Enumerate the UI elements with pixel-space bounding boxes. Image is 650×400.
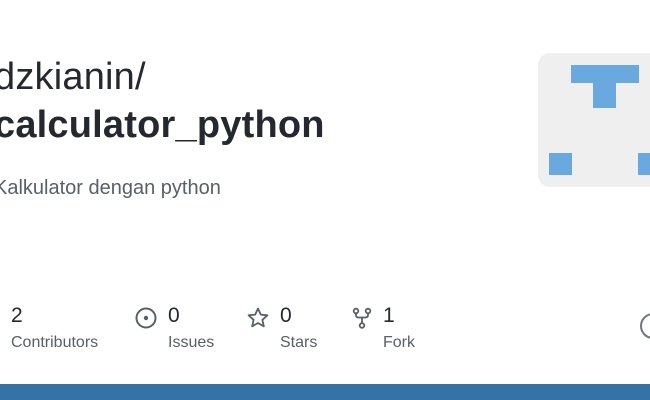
contributors-count: 2 bbox=[11, 304, 23, 327]
owner-avatar[interactable] bbox=[538, 53, 650, 187]
repo-owner[interactable]: dzkianin/ bbox=[0, 56, 146, 99]
issues-stat[interactable]: 0 Issues bbox=[134, 304, 234, 364]
github-logo-icon[interactable] bbox=[640, 313, 650, 339]
stars-label: Stars bbox=[280, 334, 318, 351]
star-icon bbox=[247, 307, 269, 328]
contributors-label: Contributors bbox=[11, 334, 99, 351]
repo-name[interactable]: calculator_python bbox=[0, 104, 325, 147]
identicon-pattern bbox=[549, 65, 650, 175]
forks-stat[interactable]: 1 Fork bbox=[350, 304, 440, 364]
repo-forked-icon bbox=[352, 307, 372, 329]
stars-stat[interactable]: 0 Stars bbox=[246, 304, 336, 364]
issues-count: 0 bbox=[168, 304, 180, 327]
contributors-stat[interactable]: 2 Contributors bbox=[0, 304, 120, 364]
issue-opened-icon bbox=[135, 307, 157, 329]
forks-label: Fork bbox=[383, 334, 415, 351]
language-bar bbox=[0, 384, 650, 400]
issues-label: Issues bbox=[168, 334, 215, 351]
stars-count: 0 bbox=[280, 304, 292, 327]
forks-count: 1 bbox=[383, 304, 395, 327]
repo-description: Kalkulator dengan python bbox=[0, 177, 221, 199]
